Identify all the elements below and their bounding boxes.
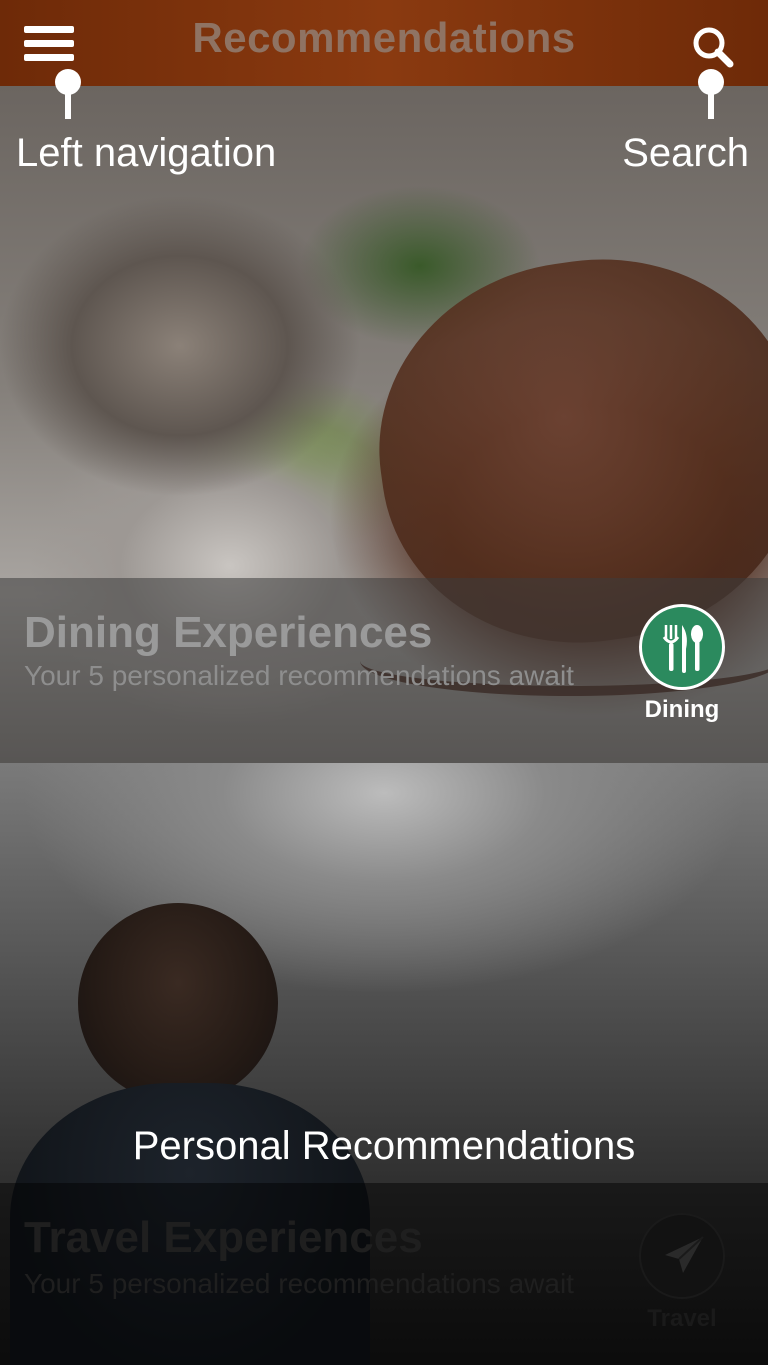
travel-card-subtitle: Your 5 personalized recommendations awai…: [24, 1268, 574, 1299]
search-pointer: [698, 69, 724, 119]
left-navigation-pointer: [55, 69, 81, 119]
travel-category-label: Travel: [647, 1305, 717, 1332]
search-icon[interactable]: [690, 24, 736, 70]
paper-plane-icon: [665, 1236, 704, 1273]
dining-category-circle: [639, 604, 725, 690]
search-icon-glyph: [693, 27, 734, 68]
dining-card[interactable]: Dining Experiences Your 5 personalized r…: [0, 86, 768, 763]
dining-category-badge[interactable]: Dining: [637, 604, 727, 724]
dining-category-label: Dining: [644, 696, 720, 723]
travel-card[interactable]: Travel Experiences Your 5 personalized r…: [0, 763, 768, 1365]
app-header: Recommendations: [0, 0, 768, 86]
pointer-stem: [65, 91, 71, 119]
travel-category-badge[interactable]: Travel: [637, 1213, 727, 1333]
travel-photo: [78, 903, 278, 1103]
pointer-stem: [708, 91, 714, 119]
dining-card-subtitle: Your 5 personalized recommendations awai…: [24, 660, 574, 691]
dining-card-title: Dining Experiences: [24, 608, 433, 657]
search-hint: Search: [622, 131, 749, 175]
page-title: Recommendations: [192, 14, 576, 61]
left-navigation-hint: Left navigation: [16, 131, 277, 175]
travel-card-title: Travel Experiences: [24, 1213, 423, 1262]
fork-knife-spoon-icon: [662, 625, 703, 673]
travel-category-circle: [639, 1213, 725, 1299]
screen: Recommendations Dining Experiences Your …: [0, 0, 768, 1365]
personal-recommendations-hint: Personal Recommendations: [132, 1124, 636, 1168]
